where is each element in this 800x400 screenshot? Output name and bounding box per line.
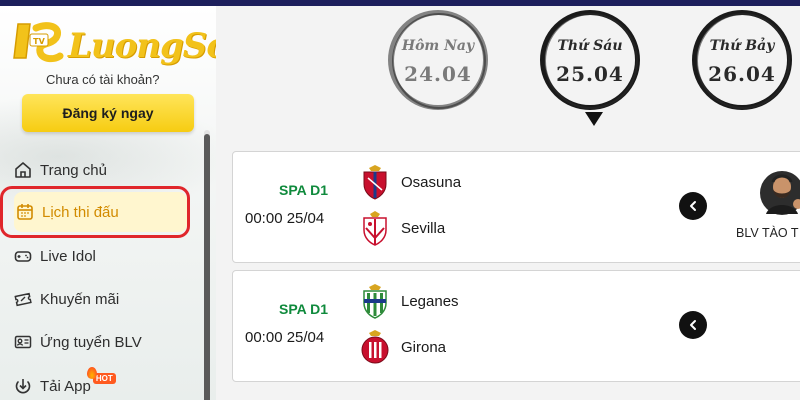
scrollbar-thumb[interactable]	[204, 134, 210, 400]
day-label: Thứ Sáu	[557, 38, 623, 54]
sidebar-item-home[interactable]: Trang chủ	[14, 158, 107, 182]
calendar-icon	[17, 204, 33, 220]
prev-commentator-button[interactable]	[679, 311, 707, 339]
commentator-name: BLV TÀO T	[736, 226, 799, 240]
svg-text:TV: TV	[33, 37, 45, 46]
league-name: SPA D1	[279, 301, 329, 317]
day-tab-today[interactable]: Hôm Nay 24.04	[388, 10, 488, 110]
away-team[interactable]: Sevilla	[359, 210, 445, 246]
day-brush-stroke	[392, 13, 486, 109]
commentator-avatar[interactable]	[760, 168, 800, 218]
prev-commentator-button[interactable]	[679, 192, 707, 220]
home-team[interactable]: Osasuna	[359, 164, 461, 200]
league-name: SPA D1	[279, 182, 329, 198]
day-date: 24.04	[404, 62, 472, 86]
ticket-icon	[14, 292, 32, 307]
day-tab-saturday[interactable]: Thứ Bảy 26.04	[692, 10, 792, 110]
sidebar-item-label: Ứng tuyển BLV	[40, 333, 142, 351]
sidebar: TV LuongSon Chưa có tài khoản? Đăng ký n…	[0, 6, 216, 400]
team-name: Sevilla	[401, 219, 446, 237]
chevron-left-icon	[690, 320, 696, 330]
match-time: 00:00 25/04	[245, 329, 325, 346]
chevron-left-icon	[690, 201, 696, 211]
day-tab-friday[interactable]: Thứ Sáu 25.04	[540, 10, 640, 110]
brand-logo[interactable]: TV LuongSon	[10, 12, 216, 72]
sidebar-item-promotions[interactable]: Khuyến mãi	[14, 287, 119, 311]
sidebar-item-live-idol[interactable]: Live Idol	[14, 244, 96, 268]
team-name: Osasuna	[401, 173, 462, 191]
day-label: Thứ Bảy	[709, 38, 775, 54]
download-icon	[15, 379, 31, 394]
girona-crest-icon	[361, 330, 389, 364]
away-team[interactable]: Girona	[359, 329, 446, 365]
sidebar-item-apply-commentator[interactable]: Ứng tuyển BLV	[14, 330, 142, 354]
day-brush-stroke	[696, 13, 790, 109]
flame-icon	[86, 366, 97, 379]
signup-button[interactable]: Đăng ký ngay	[22, 94, 194, 132]
sidebar-item-label: Tải App	[40, 377, 91, 395]
sidebar-item-label: Lịch thi đấu	[42, 203, 119, 221]
gamepad-icon	[14, 251, 32, 262]
sevilla-crest-icon	[363, 211, 387, 246]
osasuna-crest-icon	[363, 165, 387, 200]
schedule-panel: Hôm Nay 24.04 Thứ Sáu 25.04 Thứ Bảy 26.0…	[216, 6, 800, 400]
selected-day-arrow-icon	[585, 112, 603, 126]
day-date: 26.04	[708, 62, 776, 86]
brand-name: LuongSon	[68, 26, 216, 66]
sidebar-item-schedule[interactable]: Lịch thi đấu	[0, 186, 190, 238]
sidebar-item-download-app[interactable]: Tải App HOT	[14, 366, 116, 398]
home-team[interactable]: Leganes	[359, 283, 459, 319]
team-name: Leganes	[401, 292, 459, 310]
sidebar-item-label: Live Idol	[40, 247, 96, 265]
sidebar-item-label: Khuyến mãi	[40, 290, 120, 308]
sidebar-scrollbar[interactable]	[204, 130, 210, 400]
day-date: 25.04	[556, 62, 624, 86]
id-card-icon	[14, 335, 32, 349]
leganes-crest-icon	[363, 284, 387, 319]
team-name: Girona	[401, 338, 447, 356]
day-label: Hôm Nay	[401, 38, 475, 54]
logo-mark-icon: TV	[13, 22, 64, 63]
match-card[interactable]: SPA D1 00:00 25/04 Leganes Girona	[232, 270, 800, 382]
day-brush-stroke	[544, 13, 638, 109]
no-account-text: Chưa có tài khoản?	[46, 72, 160, 87]
home-icon	[15, 162, 31, 178]
match-card[interactable]: SPA D1 00:00 25/04 Osasuna Sevilla BLV T…	[232, 151, 800, 263]
sidebar-item-label: Trang chủ	[40, 161, 107, 179]
match-time: 00:00 25/04	[245, 210, 325, 227]
hot-badge: HOT	[86, 366, 116, 384]
